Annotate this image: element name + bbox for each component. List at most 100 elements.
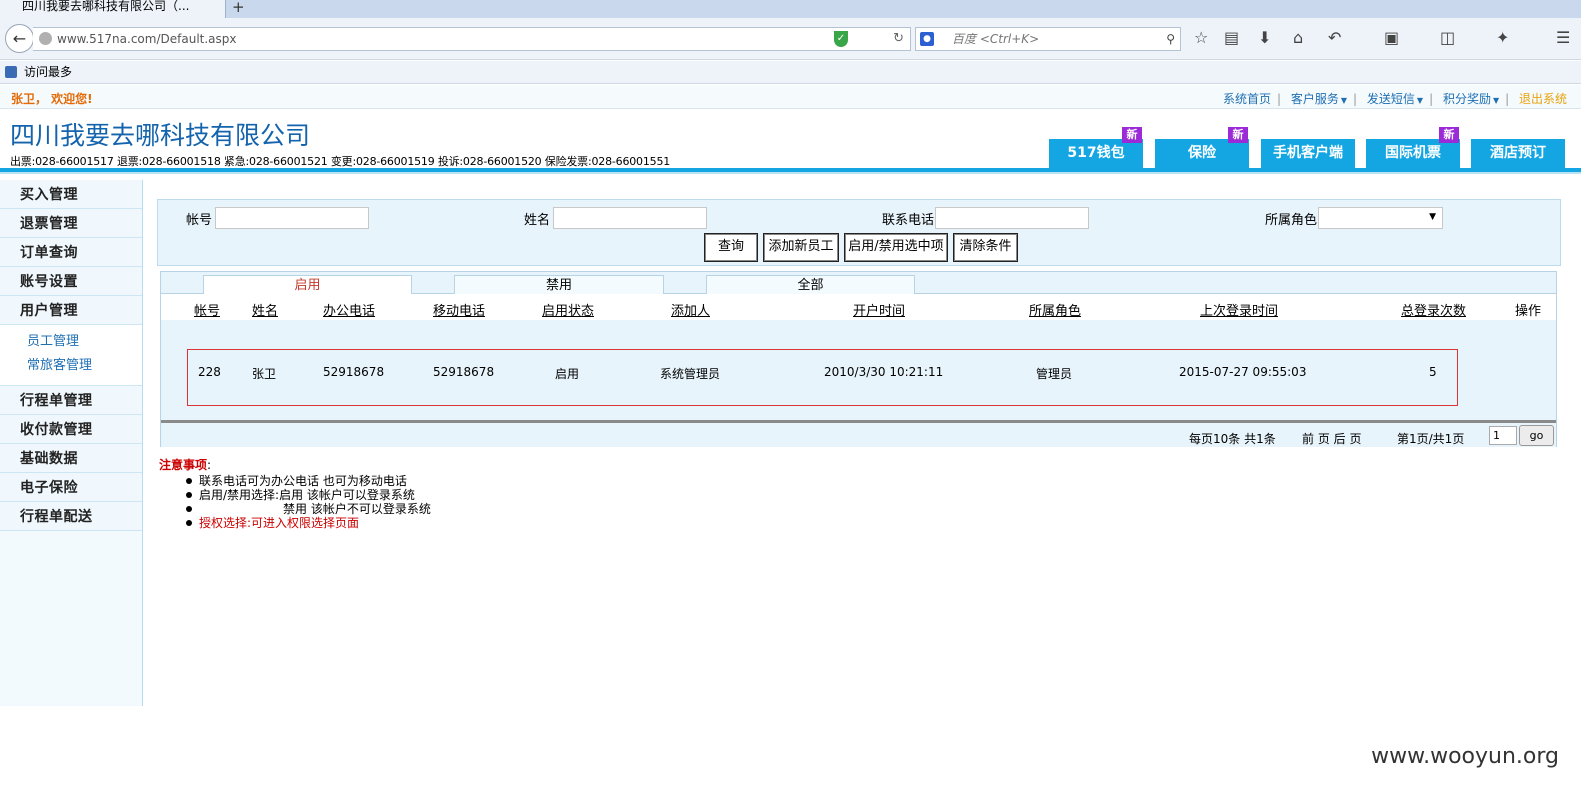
- bookmarks-bar: 访问最多: [0, 61, 1581, 84]
- cell-office-phone: 52918678: [323, 365, 385, 379]
- add-employee-button[interactable]: 添加新员工: [763, 233, 839, 262]
- query-button[interactable]: 查询: [704, 233, 758, 262]
- download-icon[interactable]: ⬇: [1258, 28, 1271, 47]
- cell-account: 228: [198, 365, 221, 379]
- tab-intl-flights[interactable]: 国际机票新: [1366, 127, 1460, 168]
- toggle-enable-button[interactable]: 启用/禁用选中项: [844, 233, 948, 262]
- sidebar-item-orders[interactable]: 订单查询: [0, 238, 142, 267]
- name-label: 姓名: [524, 213, 551, 228]
- bookmark-most-visited[interactable]: 访问最多: [24, 65, 72, 79]
- pager-nav[interactable]: 前 页 后 页: [1302, 430, 1361, 447]
- main-content: 帐号 姓名 联系电话 所属角色 ▼ 查询 添加新员工 启用/禁用选中项 清除条件…: [157, 173, 1561, 453]
- chevron-down-icon: ▼: [1429, 212, 1436, 222]
- role-label: 所属角色: [1265, 213, 1318, 228]
- brand-header: 四川我要去哪科技有限公司 出票:028-66001517 退票:028-6600…: [0, 110, 1581, 168]
- sidebar-item-itinerary[interactable]: 行程单管理: [0, 386, 142, 415]
- sidebar-item-delivery[interactable]: 行程单配送: [0, 502, 142, 531]
- crop-icon[interactable]: ▣: [1384, 28, 1399, 47]
- sidebar-item-users[interactable]: 用户管理: [0, 296, 142, 325]
- hotline-numbers: 出票:028-66001517 退票:028-66001518 紧急:028-6…: [10, 155, 671, 168]
- search-box[interactable]: ● 百度 <Ctrl+K> ⚲: [915, 27, 1181, 51]
- sidebar-item-basic-data[interactable]: 基础数据: [0, 444, 142, 473]
- employee-grid: 启用 禁用 全部 帐号 姓名 办公电话 移动电话 启用状态 添加人 开户时间 所…: [160, 271, 1557, 447]
- nav-home[interactable]: 系统首页: [1223, 90, 1271, 107]
- watermark: www.wooyun.org: [1371, 744, 1559, 769]
- col-role[interactable]: 所属角色: [1029, 300, 1081, 319]
- nav-customer-service[interactable]: 客户服务 ▼: [1291, 90, 1347, 107]
- notes-list: 联系电话可为办公电话 也可为移动电话 启用/禁用选择:启用 该帐户可以登录系统 …: [183, 474, 559, 530]
- top-nav: 系统首页 | 客户服务 ▼ | 发送短信 ▼ | 积分奖励 ▼ | 退出系统: [1222, 90, 1567, 107]
- nav-points[interactable]: 积分奖励 ▼: [1443, 90, 1499, 107]
- shield-icon[interactable]: ✓: [834, 31, 848, 47]
- back-button[interactable]: ←: [5, 24, 34, 53]
- new-tab-button[interactable]: +: [232, 0, 245, 16]
- cell-name: 张卫: [252, 367, 277, 381]
- account-input[interactable]: [215, 207, 369, 229]
- col-status[interactable]: 启用状态: [542, 300, 594, 319]
- table-body: 228 张卫 52918678 52918678 启用 系统管理员 2010/3…: [161, 320, 1556, 420]
- tab-mobile-client[interactable]: 手机客户端: [1261, 139, 1355, 168]
- page-number-input[interactable]: 1: [1489, 426, 1517, 445]
- col-office-phone[interactable]: 办公电话: [323, 300, 375, 319]
- sidebar-item-buy[interactable]: 买入管理: [0, 180, 142, 209]
- nav-logout[interactable]: 退出系统: [1519, 90, 1567, 107]
- col-mobile[interactable]: 移动电话: [433, 300, 485, 319]
- home-icon[interactable]: ⌂: [1293, 28, 1303, 47]
- url-text: www.517na.com/Default.aspx: [57, 32, 237, 46]
- tab-all[interactable]: 全部: [706, 275, 915, 295]
- table-row[interactable]: 228 张卫 52918678 52918678 启用 系统管理员 2010/3…: [187, 349, 1458, 406]
- address-bar[interactable]: www.517na.com/Default.aspx ✓ ↻: [33, 27, 911, 51]
- col-open-time[interactable]: 开户时间: [853, 300, 905, 319]
- cell-mobile: 52918678: [433, 365, 495, 379]
- sidebar-item-payments[interactable]: 收付款管理: [0, 415, 142, 444]
- cell-open-time: 2010/3/30 10:21:11: [824, 365, 944, 379]
- go-button[interactable]: go: [1519, 425, 1554, 446]
- bookmark-star-icon[interactable]: ☆: [1194, 28, 1208, 47]
- new-badge: 新: [1228, 127, 1248, 143]
- col-login-count[interactable]: 总登录次数: [1401, 300, 1466, 319]
- sidebar: 买入管理 退票管理 订单查询 账号设置 用户管理 员工管理 常旅客管理 行程单管…: [0, 180, 143, 706]
- phone-label: 联系电话: [882, 213, 935, 228]
- nav-send-sms[interactable]: 发送短信 ▼: [1367, 90, 1423, 107]
- clear-button[interactable]: 清除条件: [953, 233, 1018, 262]
- phone-input[interactable]: [935, 207, 1089, 229]
- sidebar-subitem-frequent[interactable]: 常旅客管理: [0, 354, 142, 378]
- col-name[interactable]: 姓名: [252, 300, 278, 319]
- col-last-login[interactable]: 上次登录时间: [1200, 300, 1278, 319]
- table-header: 帐号 姓名 办公电话 移动电话 启用状态 添加人 开户时间 所属角色 上次登录时…: [161, 294, 1556, 320]
- cell-added-by: 系统管理员: [660, 367, 721, 381]
- tab-wallet[interactable]: 517钱包新: [1049, 127, 1143, 168]
- tab-enabled[interactable]: 启用: [203, 275, 412, 295]
- cell-status: 启用: [555, 367, 580, 381]
- name-input[interactable]: [553, 207, 707, 229]
- new-badge: 新: [1439, 127, 1459, 143]
- tab-title: 四川我要去哪科技有限公司（...: [22, 0, 190, 13]
- notes: 注意事项: 联系电话可为办公电话 也可为移动电话 启用/禁用选择:启用 该帐户可…: [159, 456, 559, 530]
- magnifier-icon[interactable]: ⚲: [1166, 28, 1175, 50]
- sidebar-subitem-staff[interactable]: 员工管理: [0, 330, 142, 354]
- addon-icon[interactable]: ✦: [1496, 28, 1509, 47]
- sidebar-item-refund[interactable]: 退票管理: [0, 209, 142, 238]
- welcome-text: 张卫， 欢迎您!: [11, 92, 93, 106]
- company-name: 四川我要去哪科技有限公司: [10, 121, 311, 150]
- device-icon[interactable]: ◫: [1440, 28, 1455, 47]
- role-select[interactable]: ▼: [1318, 207, 1443, 229]
- tab-hotel[interactable]: 酒店预订: [1471, 139, 1565, 168]
- col-added-by[interactable]: 添加人: [671, 300, 710, 319]
- note-item: 禁用 该帐户不可以登录系统: [183, 502, 559, 516]
- pager-page-info: 第1页/共1页: [1397, 432, 1465, 446]
- site-info-icon[interactable]: [39, 32, 52, 45]
- tab-disabled[interactable]: 禁用: [454, 275, 664, 295]
- menu-icon[interactable]: ☰: [1556, 28, 1570, 47]
- col-account[interactable]: 帐号: [194, 300, 220, 319]
- browser-tab[interactable]: 四川我要去哪科技有限公司（...: [0, 0, 226, 18]
- sidebar-item-account[interactable]: 账号设置: [0, 267, 142, 296]
- undo-icon[interactable]: ↶: [1328, 28, 1341, 47]
- reload-icon[interactable]: ↻: [893, 28, 904, 50]
- tab-insurance[interactable]: 保险新: [1155, 127, 1249, 168]
- filter-panel: 帐号 姓名 联系电话 所属角色 ▼ 查询 添加新员工 启用/禁用选中项 清除条件: [157, 199, 1561, 266]
- reading-list-icon[interactable]: ▤: [1224, 28, 1239, 47]
- status-tabs: 启用 禁用 全部: [161, 272, 1556, 295]
- search-engine-icon[interactable]: ●: [920, 32, 934, 46]
- sidebar-item-insurance[interactable]: 电子保险: [0, 473, 142, 502]
